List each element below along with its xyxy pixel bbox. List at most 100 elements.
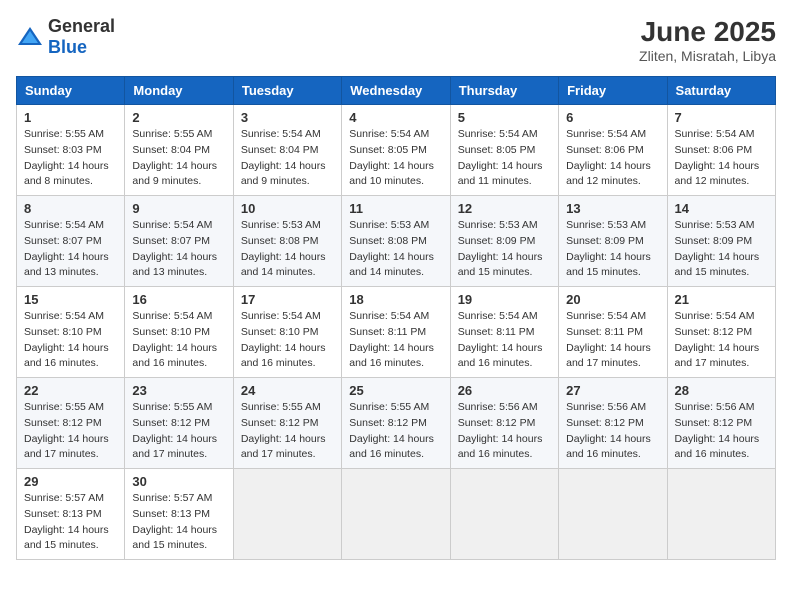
day-number: 14 (675, 201, 768, 216)
day-number: 11 (349, 201, 442, 216)
calendar-cell (450, 469, 558, 560)
day-header-wednesday: Wednesday (342, 77, 450, 105)
calendar-cell: 24 Sunrise: 5:55 AM Sunset: 8:12 PM Dayl… (233, 378, 341, 469)
calendar-cell: 21 Sunrise: 5:54 AM Sunset: 8:12 PM Dayl… (667, 287, 775, 378)
calendar-cell (559, 469, 667, 560)
calendar-cell: 30 Sunrise: 5:57 AM Sunset: 8:13 PM Dayl… (125, 469, 233, 560)
day-number: 4 (349, 110, 442, 125)
day-info: Sunrise: 5:54 AM Sunset: 8:11 PM Dayligh… (458, 310, 543, 369)
calendar-cell: 29 Sunrise: 5:57 AM Sunset: 8:13 PM Dayl… (17, 469, 125, 560)
day-info: Sunrise: 5:53 AM Sunset: 8:08 PM Dayligh… (349, 219, 434, 278)
calendar-cell: 14 Sunrise: 5:53 AM Sunset: 8:09 PM Dayl… (667, 196, 775, 287)
logo-text: General Blue (48, 16, 115, 58)
day-info: Sunrise: 5:53 AM Sunset: 8:09 PM Dayligh… (458, 219, 543, 278)
day-number: 17 (241, 292, 334, 307)
day-number: 22 (24, 383, 117, 398)
calendar-cell: 19 Sunrise: 5:54 AM Sunset: 8:11 PM Dayl… (450, 287, 558, 378)
day-number: 15 (24, 292, 117, 307)
day-info: Sunrise: 5:54 AM Sunset: 8:05 PM Dayligh… (349, 128, 434, 187)
day-number: 23 (132, 383, 225, 398)
calendar-week-5: 29 Sunrise: 5:57 AM Sunset: 8:13 PM Dayl… (17, 469, 776, 560)
day-header-friday: Friday (559, 77, 667, 105)
day-info: Sunrise: 5:55 AM Sunset: 8:03 PM Dayligh… (24, 128, 109, 187)
calendar-cell: 7 Sunrise: 5:54 AM Sunset: 8:06 PM Dayli… (667, 105, 775, 196)
day-number: 6 (566, 110, 659, 125)
logo-general: General (48, 16, 115, 36)
calendar-week-4: 22 Sunrise: 5:55 AM Sunset: 8:12 PM Dayl… (17, 378, 776, 469)
calendar-week-2: 8 Sunrise: 5:54 AM Sunset: 8:07 PM Dayli… (17, 196, 776, 287)
day-number: 28 (675, 383, 768, 398)
day-number: 29 (24, 474, 117, 489)
location-title: Zliten, Misratah, Libya (639, 48, 776, 64)
day-info: Sunrise: 5:54 AM Sunset: 8:10 PM Dayligh… (24, 310, 109, 369)
day-header-thursday: Thursday (450, 77, 558, 105)
day-number: 3 (241, 110, 334, 125)
day-number: 27 (566, 383, 659, 398)
logo-blue: Blue (48, 37, 87, 57)
calendar-week-3: 15 Sunrise: 5:54 AM Sunset: 8:10 PM Dayl… (17, 287, 776, 378)
calendar-week-1: 1 Sunrise: 5:55 AM Sunset: 8:03 PM Dayli… (17, 105, 776, 196)
day-info: Sunrise: 5:53 AM Sunset: 8:09 PM Dayligh… (566, 219, 651, 278)
calendar-cell: 16 Sunrise: 5:54 AM Sunset: 8:10 PM Dayl… (125, 287, 233, 378)
day-info: Sunrise: 5:55 AM Sunset: 8:04 PM Dayligh… (132, 128, 217, 187)
day-info: Sunrise: 5:55 AM Sunset: 8:12 PM Dayligh… (24, 401, 109, 460)
calendar-cell: 18 Sunrise: 5:54 AM Sunset: 8:11 PM Dayl… (342, 287, 450, 378)
calendar-cell: 1 Sunrise: 5:55 AM Sunset: 8:03 PM Dayli… (17, 105, 125, 196)
page-header: General Blue June 2025 Zliten, Misratah,… (16, 16, 776, 64)
day-info: Sunrise: 5:54 AM Sunset: 8:10 PM Dayligh… (241, 310, 326, 369)
calendar-cell: 4 Sunrise: 5:54 AM Sunset: 8:05 PM Dayli… (342, 105, 450, 196)
calendar-cell: 25 Sunrise: 5:55 AM Sunset: 8:12 PM Dayl… (342, 378, 450, 469)
day-info: Sunrise: 5:55 AM Sunset: 8:12 PM Dayligh… (241, 401, 326, 460)
day-number: 18 (349, 292, 442, 307)
calendar-cell: 23 Sunrise: 5:55 AM Sunset: 8:12 PM Dayl… (125, 378, 233, 469)
calendar-cell: 28 Sunrise: 5:56 AM Sunset: 8:12 PM Dayl… (667, 378, 775, 469)
day-info: Sunrise: 5:53 AM Sunset: 8:09 PM Dayligh… (675, 219, 760, 278)
calendar-cell: 12 Sunrise: 5:53 AM Sunset: 8:09 PM Dayl… (450, 196, 558, 287)
day-info: Sunrise: 5:54 AM Sunset: 8:04 PM Dayligh… (241, 128, 326, 187)
calendar-cell (233, 469, 341, 560)
day-info: Sunrise: 5:53 AM Sunset: 8:08 PM Dayligh… (241, 219, 326, 278)
calendar-cell: 2 Sunrise: 5:55 AM Sunset: 8:04 PM Dayli… (125, 105, 233, 196)
day-info: Sunrise: 5:55 AM Sunset: 8:12 PM Dayligh… (132, 401, 217, 460)
day-number: 16 (132, 292, 225, 307)
day-info: Sunrise: 5:54 AM Sunset: 8:11 PM Dayligh… (566, 310, 651, 369)
calendar-cell: 6 Sunrise: 5:54 AM Sunset: 8:06 PM Dayli… (559, 105, 667, 196)
day-number: 21 (675, 292, 768, 307)
calendar-cell (342, 469, 450, 560)
day-number: 2 (132, 110, 225, 125)
calendar-cell: 22 Sunrise: 5:55 AM Sunset: 8:12 PM Dayl… (17, 378, 125, 469)
day-info: Sunrise: 5:57 AM Sunset: 8:13 PM Dayligh… (132, 492, 217, 551)
calendar-cell: 9 Sunrise: 5:54 AM Sunset: 8:07 PM Dayli… (125, 196, 233, 287)
day-number: 1 (24, 110, 117, 125)
calendar-cell: 10 Sunrise: 5:53 AM Sunset: 8:08 PM Dayl… (233, 196, 341, 287)
calendar-cell: 26 Sunrise: 5:56 AM Sunset: 8:12 PM Dayl… (450, 378, 558, 469)
day-info: Sunrise: 5:54 AM Sunset: 8:11 PM Dayligh… (349, 310, 434, 369)
day-header-tuesday: Tuesday (233, 77, 341, 105)
calendar-cell: 15 Sunrise: 5:54 AM Sunset: 8:10 PM Dayl… (17, 287, 125, 378)
calendar-cell: 27 Sunrise: 5:56 AM Sunset: 8:12 PM Dayl… (559, 378, 667, 469)
day-info: Sunrise: 5:56 AM Sunset: 8:12 PM Dayligh… (566, 401, 651, 460)
day-header-saturday: Saturday (667, 77, 775, 105)
day-header-sunday: Sunday (17, 77, 125, 105)
day-info: Sunrise: 5:56 AM Sunset: 8:12 PM Dayligh… (675, 401, 760, 460)
calendar-cell: 13 Sunrise: 5:53 AM Sunset: 8:09 PM Dayl… (559, 196, 667, 287)
header-row: SundayMondayTuesdayWednesdayThursdayFrid… (17, 77, 776, 105)
calendar-cell: 5 Sunrise: 5:54 AM Sunset: 8:05 PM Dayli… (450, 105, 558, 196)
logo-icon (16, 23, 44, 51)
day-number: 30 (132, 474, 225, 489)
day-number: 13 (566, 201, 659, 216)
day-number: 7 (675, 110, 768, 125)
day-number: 9 (132, 201, 225, 216)
calendar-cell: 20 Sunrise: 5:54 AM Sunset: 8:11 PM Dayl… (559, 287, 667, 378)
calendar-cell: 8 Sunrise: 5:54 AM Sunset: 8:07 PM Dayli… (17, 196, 125, 287)
day-info: Sunrise: 5:54 AM Sunset: 8:05 PM Dayligh… (458, 128, 543, 187)
day-number: 25 (349, 383, 442, 398)
day-number: 19 (458, 292, 551, 307)
day-info: Sunrise: 5:57 AM Sunset: 8:13 PM Dayligh… (24, 492, 109, 551)
calendar-cell: 3 Sunrise: 5:54 AM Sunset: 8:04 PM Dayli… (233, 105, 341, 196)
day-number: 24 (241, 383, 334, 398)
day-info: Sunrise: 5:54 AM Sunset: 8:06 PM Dayligh… (675, 128, 760, 187)
day-info: Sunrise: 5:54 AM Sunset: 8:10 PM Dayligh… (132, 310, 217, 369)
calendar-cell: 17 Sunrise: 5:54 AM Sunset: 8:10 PM Dayl… (233, 287, 341, 378)
day-info: Sunrise: 5:54 AM Sunset: 8:12 PM Dayligh… (675, 310, 760, 369)
